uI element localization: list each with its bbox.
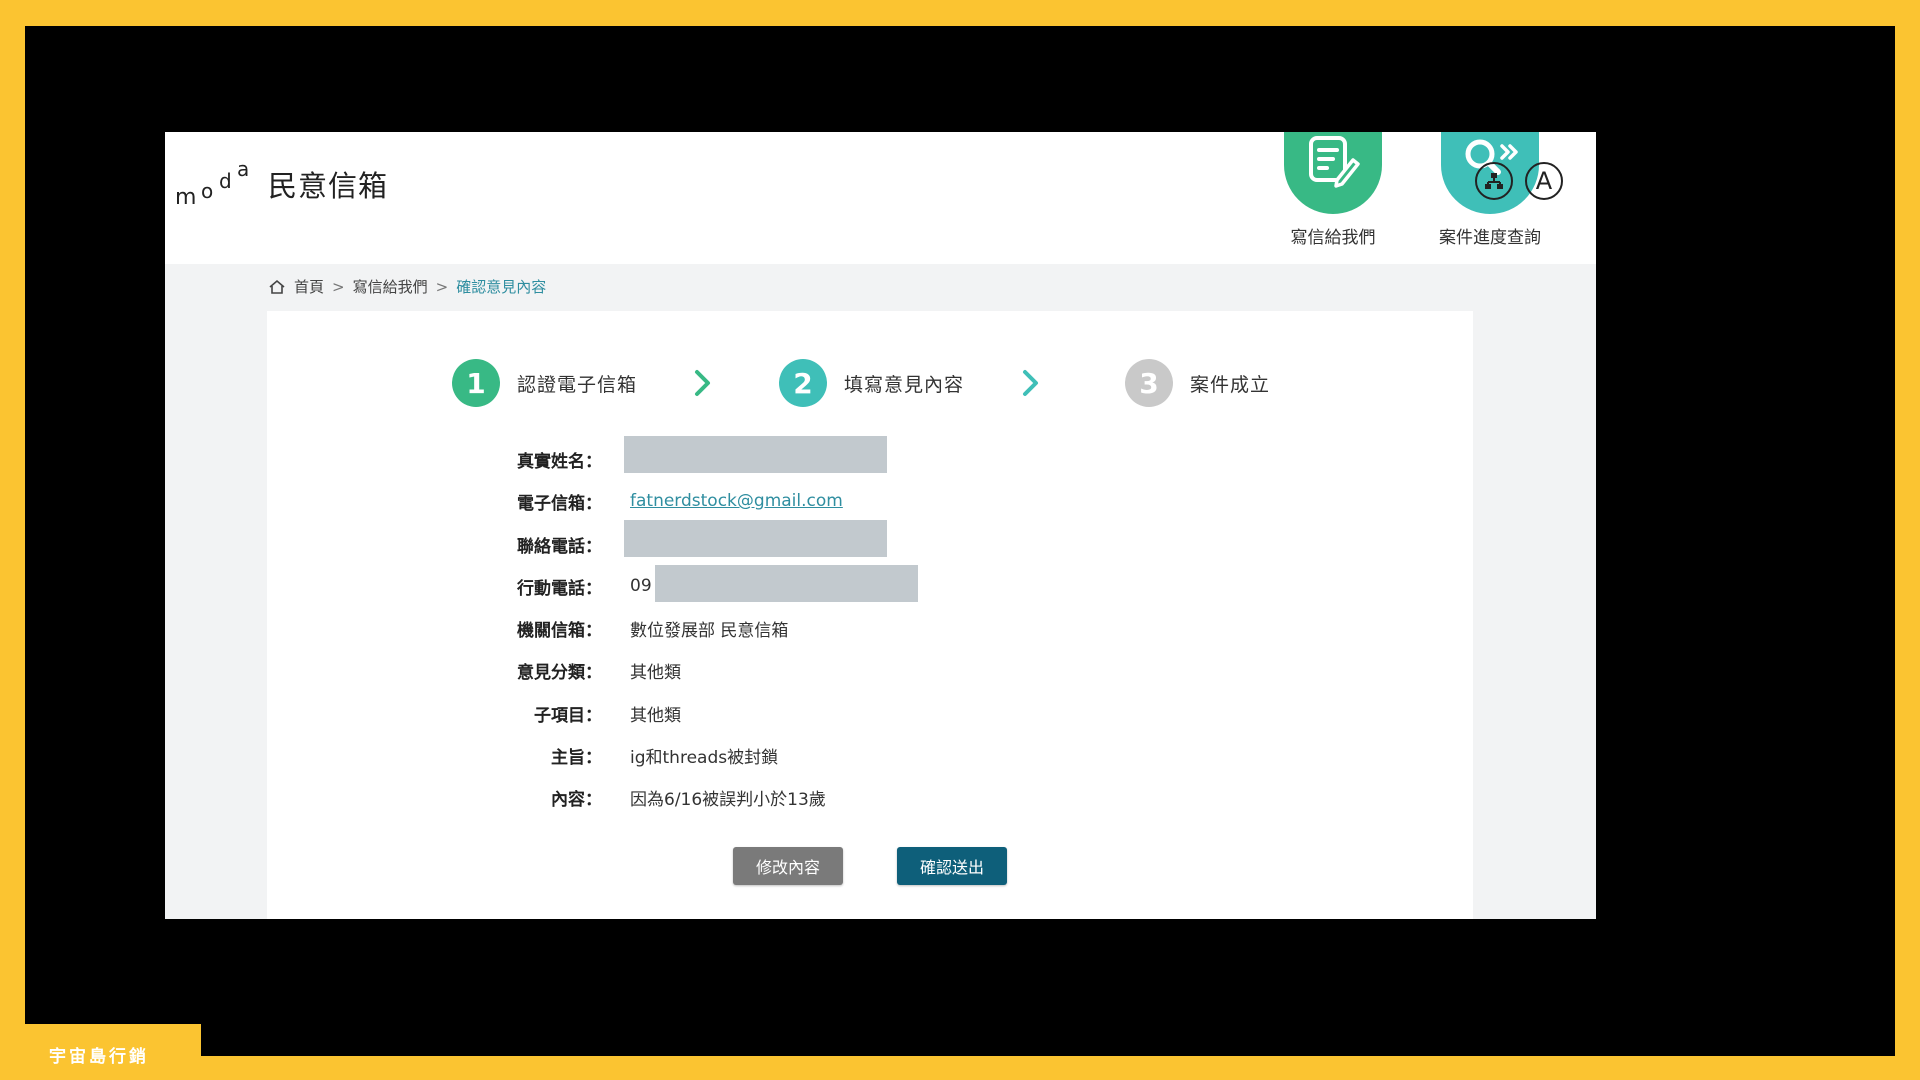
content-label: 內容： [551,789,602,810]
site-title[interactable]: 民意信箱 [268,163,388,205]
step-label: 認證電子信箱 [517,373,638,396]
step-case-created: 3 案件成立 [1125,359,1270,407]
step-fill-content: 2 填寫意見內容 [779,359,964,407]
subcategory-value: 其他類 [630,705,681,726]
sitemap-icon[interactable] [1475,162,1513,200]
subject-value: ig和threads被封鎖 [630,747,779,768]
step-label: 案件成立 [1190,373,1271,396]
breadcrumb-separator: > [332,277,345,296]
browser-page: m o d a 民意信箱 寫信給我們 案件進度查詢 A 首頁 > 寫信給我們 >… [165,132,1596,919]
breadcrumb-write[interactable]: 寫信給我們 [353,276,428,297]
watermark: 宇宙島行銷 [49,1047,149,1067]
confirm-card: 1 認證電子信箱 2 填寫意見內容 3 案件成立 真實姓名： 電子信箱： fat… [267,311,1473,919]
agency-value: 數位發展部 民意信箱 [630,620,789,641]
subcategory-label: 子項目： [534,705,602,726]
site-header: m o d a 民意信箱 寫信給我們 案件進度查詢 A [165,132,1596,264]
write-to-us-label: 寫信給我們 [1290,228,1376,248]
breadcrumb-current: 確認意見內容 [456,278,547,296]
mobile-value: 09 [630,576,652,596]
svg-text:d: d [219,169,232,193]
redacted-name [624,436,887,473]
breadcrumb: 首頁 > 寫信給我們 > 確認意見內容 [268,276,546,297]
content-value: 因為6/16被誤判小於13歲 [630,789,826,810]
font-size-button[interactable]: A [1525,162,1563,200]
subject-label: 主旨： [551,747,602,768]
step-number: 2 [779,359,827,407]
chevron-right-icon [1023,370,1038,396]
category-label: 意見分類： [517,662,602,683]
chevron-right-icon [695,370,710,396]
step-number: 3 [1125,359,1173,407]
svg-text:o: o [201,179,213,203]
home-icon[interactable] [268,279,286,295]
agency-label: 機關信箱： [517,620,602,641]
svg-text:m: m [175,185,196,210]
case-tracking-label: 案件進度查詢 [1439,228,1541,248]
step-label: 填寫意見內容 [844,373,965,396]
step-number: 1 [452,359,500,407]
breadcrumb-separator: > [435,277,449,296]
breadcrumb-home[interactable]: 首頁 [294,276,324,297]
category-value: 其他類 [630,662,681,683]
step-verify-email: 1 認證電子信箱 [452,359,637,407]
email-label: 電子信箱： [517,493,602,514]
redacted-phone [624,520,887,557]
email-value[interactable]: fatnerdstock@gmail.com [630,491,843,511]
moda-logo[interactable]: m o d a [175,160,255,210]
redacted-mobile [655,565,918,602]
svg-text:a: a [237,160,249,181]
edit-content-button[interactable]: 修改內容 [733,847,843,885]
name-label: 真實姓名： [517,451,602,472]
edit-document-icon [1284,132,1382,214]
phone-label: 聯絡電話： [517,536,602,557]
email-link[interactable]: fatnerdstock@gmail.com [630,491,843,511]
confirm-submit-button[interactable]: 確認送出 [897,847,1007,885]
mobile-label: 行動電話： [517,578,602,599]
